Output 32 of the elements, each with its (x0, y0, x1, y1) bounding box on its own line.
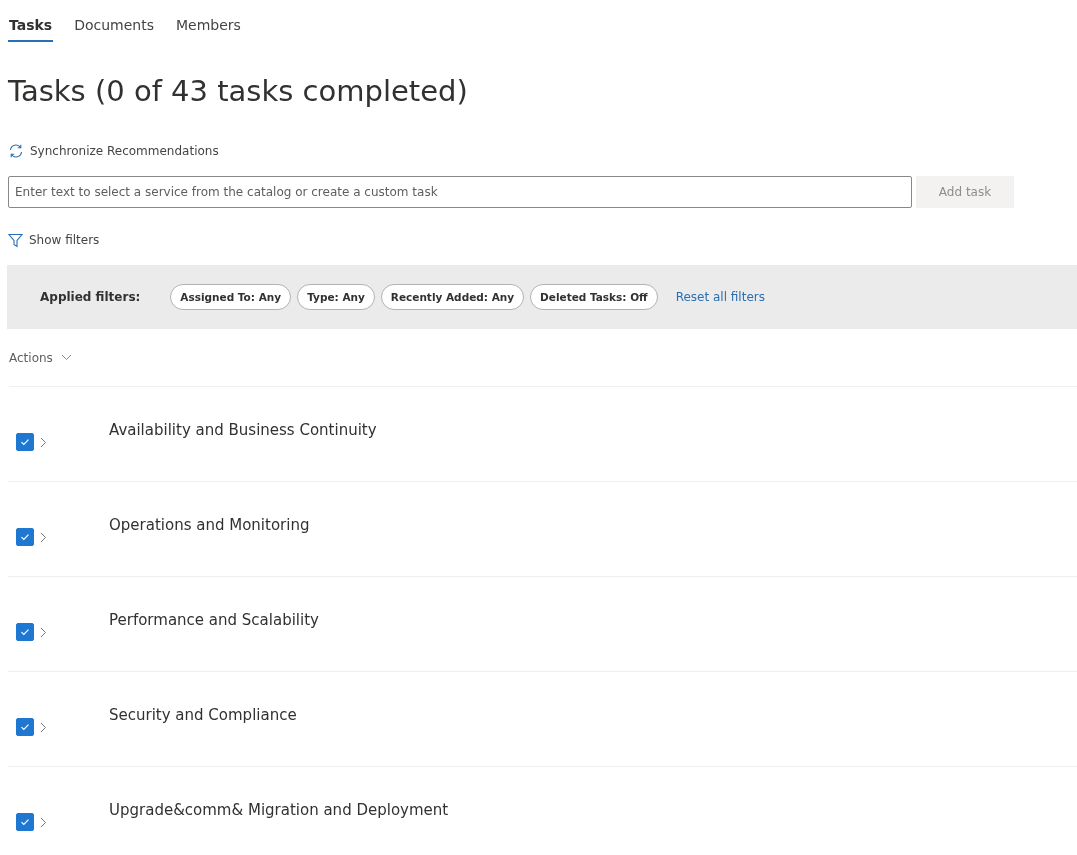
filter-chip[interactable]: Deleted Tasks: Off (530, 284, 658, 310)
tab[interactable]: Tasks (8, 10, 54, 42)
filter-label: Applied filters: (40, 290, 141, 304)
filter-chip[interactable]: Recently Added: Any (380, 284, 525, 310)
filter-chip[interactable]: Assigned To: Any (170, 284, 292, 310)
filter-chip[interactable]: Type: Any (297, 284, 375, 310)
filter-icon (8, 232, 23, 248)
checkbox[interactable] (16, 813, 34, 831)
page-title: Tasks (0 of 43 tasks completed) (8, 73, 469, 109)
actions-menu[interactable]: Actions (9, 329, 1077, 387)
group-title: Security and Compliance (109, 706, 297, 726)
group-title: Availability and Business Continuity (109, 421, 377, 441)
show-filters-link[interactable]: Show filters (8, 230, 100, 250)
chevron-down-icon (60, 354, 72, 361)
tab[interactable]: Members (175, 10, 242, 42)
group-title: Performance and Scalability (109, 611, 319, 631)
refresh-icon (8, 143, 24, 159)
checkbox[interactable] (16, 623, 34, 641)
task-input[interactable]: Enter text to select a service from the catalog or create a custom task (8, 176, 912, 208)
checkbox[interactable] (16, 433, 34, 451)
group-title: Upgrade&comm& Migration and Deployment (109, 801, 449, 821)
chevron-right-icon[interactable] (40, 436, 47, 448)
checkbox[interactable] (16, 528, 34, 546)
sync-link[interactable]: Synchronize Recommendations (8, 141, 219, 161)
tab[interactable]: Documents (73, 10, 155, 42)
chevron-right-icon[interactable] (40, 531, 47, 543)
reset-filters-link[interactable]: Reset all filters (675, 290, 765, 304)
group-title: Operations and Monitoring (109, 516, 310, 536)
chevron-right-icon[interactable] (40, 721, 47, 733)
chevron-right-icon[interactable] (40, 626, 47, 638)
chevron-right-icon[interactable] (40, 816, 47, 828)
checkbox[interactable] (16, 718, 34, 736)
